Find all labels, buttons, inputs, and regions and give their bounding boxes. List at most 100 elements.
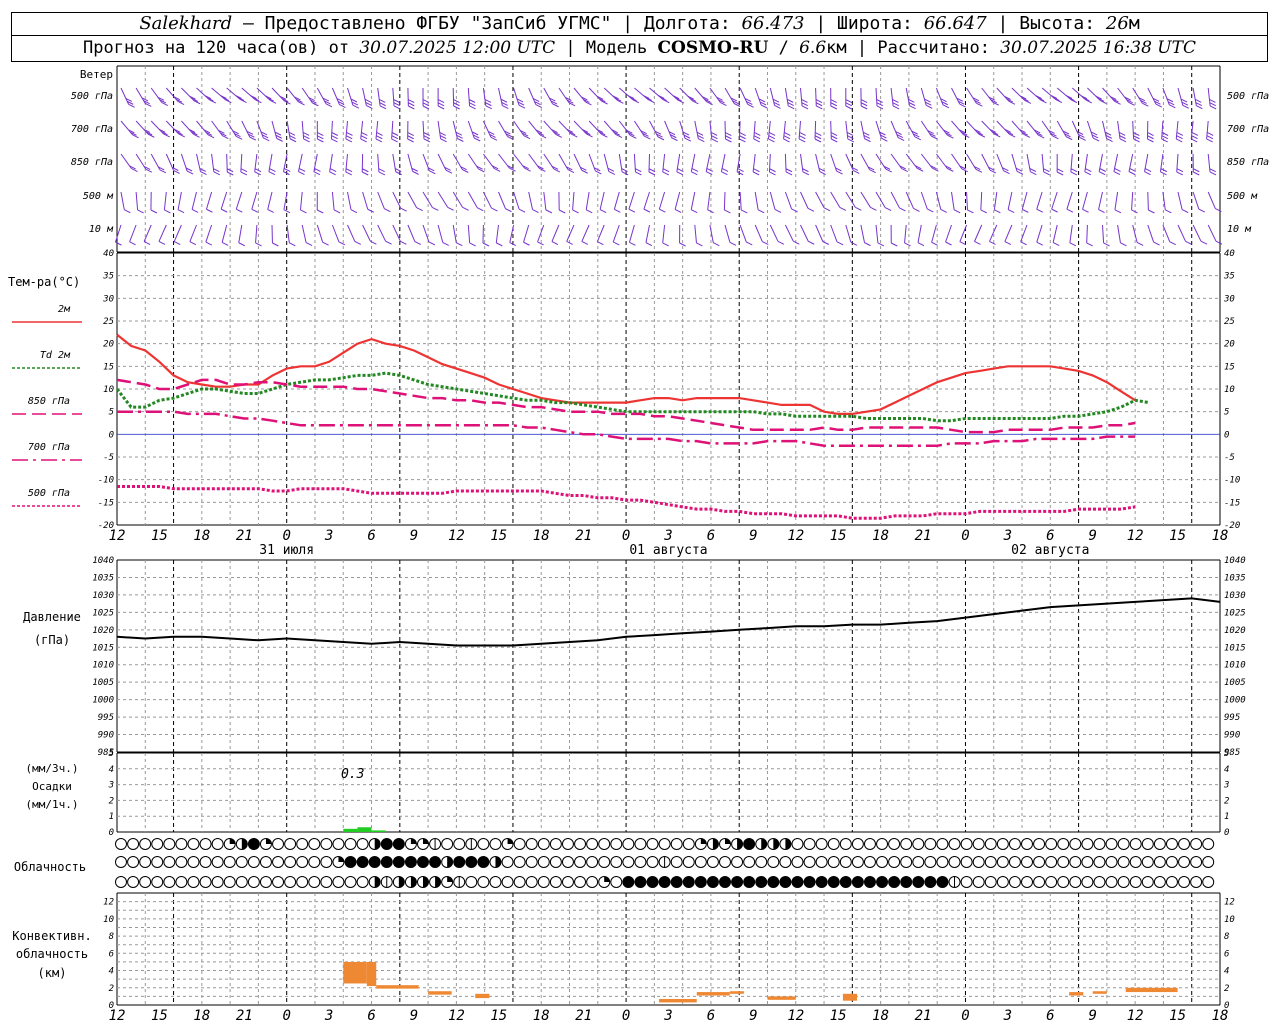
wind-feather	[303, 138, 310, 143]
wind-feather	[161, 102, 169, 106]
cloud-circle	[598, 856, 611, 868]
cloud-symbol	[211, 838, 224, 850]
cloud-symbol	[1129, 838, 1142, 850]
cloud-symbol	[755, 856, 768, 868]
hour-label-bottom: 9	[1089, 1008, 1097, 1024]
cloud-circle	[320, 856, 333, 868]
wind-barb	[860, 224, 866, 243]
convective-bar	[696, 992, 730, 996]
wind-feather	[423, 132, 430, 136]
cloud-symbol	[1081, 838, 1094, 850]
temp-legend-label: 700 гПа	[28, 442, 70, 453]
wind-feather	[729, 241, 737, 246]
cloud-circle	[803, 838, 816, 850]
wind-feather	[378, 171, 386, 176]
wind-barb	[331, 224, 340, 242]
wind-feather	[1022, 208, 1029, 213]
wind-barb	[724, 224, 731, 243]
cloud-circle	[924, 856, 937, 868]
wind-level-right: 700 гПа	[1227, 124, 1269, 135]
wind-barb	[845, 224, 852, 243]
pres-tick-left: 1010	[92, 661, 114, 671]
wind-feather	[831, 138, 838, 143]
cloud-symbol	[586, 838, 599, 850]
wind-barb	[495, 224, 499, 243]
wind-barb	[543, 191, 547, 210]
cloud-full	[647, 876, 659, 888]
wind-barb	[1036, 191, 1043, 210]
wind-feather	[331, 135, 338, 140]
cloud-circle	[296, 876, 309, 888]
wind-feather	[899, 207, 906, 212]
cloud-circle	[284, 876, 297, 888]
cloud-half	[374, 838, 381, 850]
cloud-circle	[815, 838, 828, 850]
cloud-symbol	[779, 838, 792, 850]
conv-title-1: Конвективн.	[12, 929, 91, 943]
cloud-symbol	[1178, 876, 1191, 888]
wind-feather	[710, 132, 718, 136]
wind-feather	[360, 135, 368, 140]
wind-feather	[366, 105, 373, 110]
wind-feather	[892, 105, 900, 110]
cloud-symbol	[259, 856, 272, 868]
wind-barb	[220, 191, 228, 210]
cloud-circle	[501, 856, 514, 868]
cloud-half	[785, 838, 791, 850]
cloud-circle	[115, 876, 127, 888]
wind-barb	[143, 224, 152, 242]
cloud-symbol	[1008, 876, 1021, 888]
wind-feather	[801, 102, 809, 107]
cloud-circle	[139, 876, 152, 888]
cloud-circle	[1202, 876, 1215, 888]
cloud-symbol	[815, 838, 828, 850]
conv-tick-left: 8	[109, 932, 114, 942]
wind-barb	[1131, 191, 1134, 210]
wind-feather	[940, 209, 948, 213]
cloud-symbol	[574, 856, 587, 868]
wind-feather	[1131, 209, 1138, 214]
wind-feather	[221, 241, 229, 246]
wind-barb	[1082, 191, 1088, 210]
wind-feather	[853, 169, 860, 174]
pres-tick-left: 1015	[92, 643, 114, 653]
wind-barb	[566, 224, 575, 242]
cloud-symbol	[453, 838, 466, 850]
wind-feather	[657, 136, 665, 141]
day-label: 01 августа	[629, 543, 707, 558]
wind-barb	[784, 191, 793, 210]
wind-feather	[393, 102, 401, 107]
cloud-circle	[888, 856, 901, 868]
cloud-circle	[863, 838, 876, 850]
hour-label-bottom: 21	[236, 1008, 253, 1024]
wind-barb	[1069, 224, 1073, 243]
cloud-full	[743, 838, 755, 850]
wind-feather	[263, 137, 270, 142]
cloud-symbol	[429, 838, 442, 850]
wind-feather	[505, 208, 512, 213]
wind-feather	[206, 208, 213, 213]
cloud-full	[393, 838, 405, 850]
cloud-circle	[622, 856, 635, 868]
wind-feather	[391, 138, 398, 143]
wind-feather	[322, 241, 329, 246]
cloud-symbol	[284, 838, 297, 850]
cloud-symbol	[429, 856, 442, 868]
wind-feather	[1169, 104, 1176, 109]
cloud-symbol	[755, 876, 768, 888]
wind-feather	[379, 98, 386, 103]
cloud-symbol	[332, 838, 345, 850]
cloud-symbol	[308, 856, 321, 868]
cloud-circle	[259, 876, 272, 888]
cloud-symbol	[151, 876, 164, 888]
wind-feather	[725, 132, 732, 136]
cloud-circle	[682, 856, 695, 868]
wind-feather	[746, 241, 753, 246]
cloud-symbol	[549, 876, 562, 888]
wind-feather	[830, 102, 838, 107]
wind-feather	[329, 168, 337, 173]
conv-unit: (км)	[38, 966, 67, 980]
wind-feather	[205, 241, 213, 246]
wind-barb	[191, 191, 197, 210]
cloud-symbol	[187, 856, 200, 868]
